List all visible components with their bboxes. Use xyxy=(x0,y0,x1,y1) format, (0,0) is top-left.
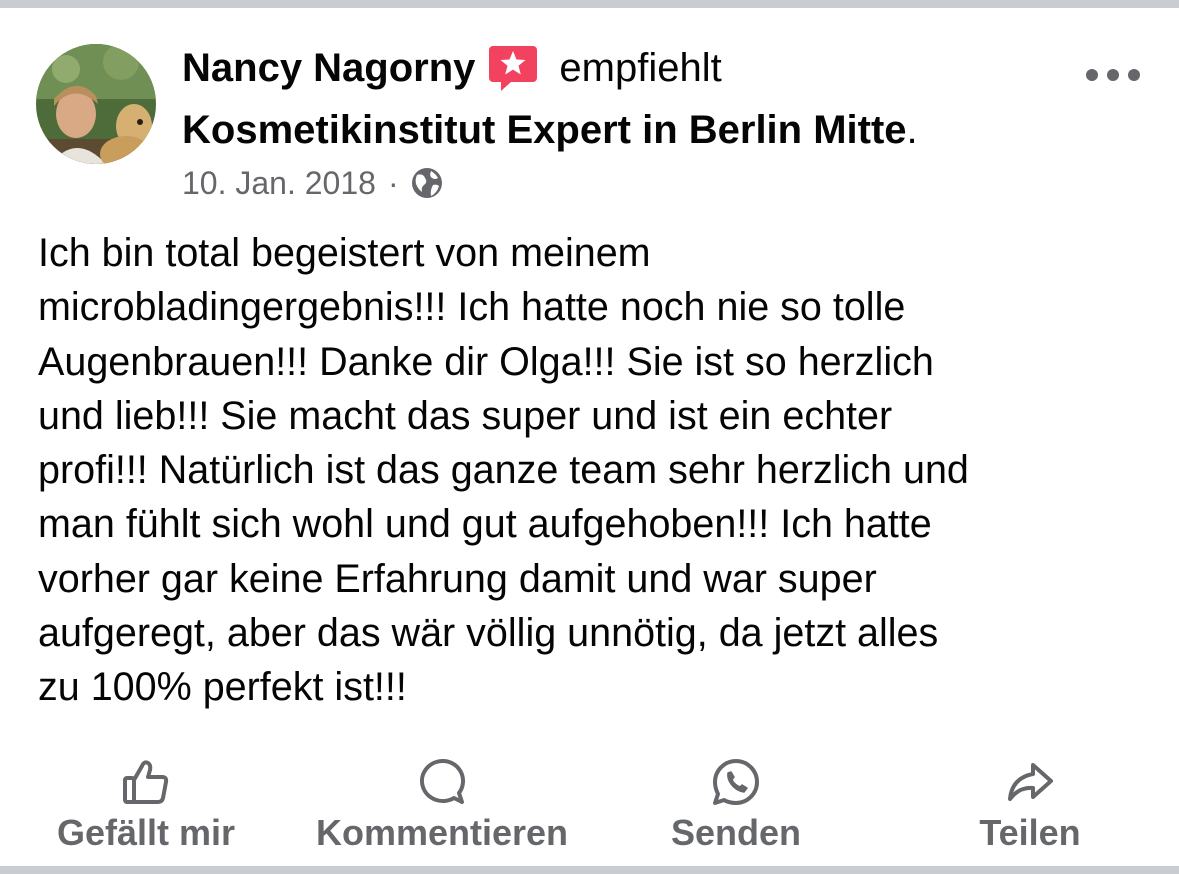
post-body-line: aufgeregt, aber das wär völlig unnötig, … xyxy=(38,611,939,656)
like-label: Gefällt mir xyxy=(56,812,236,853)
post-body-line: profi!!! Natürlich ist das ganze team se… xyxy=(38,448,969,493)
recommend-text: empfiehlt xyxy=(559,45,722,90)
page-name-period: . xyxy=(906,107,918,152)
more-dot xyxy=(1128,69,1140,81)
like-button[interactable]: Gefällt mir xyxy=(48,752,244,862)
post-date[interactable]: 10. Jan. 2018 xyxy=(182,165,376,202)
more-options-icon[interactable] xyxy=(1086,58,1140,92)
share-label: Teilen xyxy=(979,812,1081,853)
send-button[interactable]: Senden xyxy=(664,752,808,862)
send-label: Senden xyxy=(670,812,802,853)
author-avatar[interactable] xyxy=(36,44,156,164)
post-meta: 10. Jan. 2018 · xyxy=(182,160,445,206)
globe-icon xyxy=(409,165,445,201)
post-body-line: man fühlt sich wohl und gut aufgehoben!!… xyxy=(38,502,932,547)
post-body-line: und lieb!!! Sie macht das super und ist … xyxy=(38,393,893,438)
share-arrow-icon xyxy=(1004,756,1056,808)
post-body-line: zu 100% perfekt ist!!! xyxy=(38,665,407,710)
more-dot xyxy=(1107,69,1119,81)
recommendation-star-icon xyxy=(487,42,539,94)
comment-label: Kommentieren xyxy=(315,812,569,853)
recommended-page-line: Kosmetikinstitut Expert in Berlin Mitte. xyxy=(182,102,918,158)
top-divider xyxy=(0,0,1179,8)
post-body-line: vorher gar keine Erfahrung damit und war… xyxy=(38,556,877,601)
post-body-line: Ich bin total begeistert von meinem xyxy=(38,231,651,275)
author-name[interactable]: Nancy Nagorny xyxy=(182,46,475,91)
post-body-line: Augenbrauen!!! Danke dir Olga!!! Sie ist… xyxy=(38,339,934,384)
post-body: Ich bin total begeistert von meinem micr… xyxy=(38,226,1148,715)
more-dot xyxy=(1086,69,1098,81)
whatsapp-icon xyxy=(710,756,762,808)
comment-button[interactable]: Kommentieren xyxy=(304,752,580,862)
recommended-page-name[interactable]: Kosmetikinstitut Expert in Berlin Mitte xyxy=(182,108,907,153)
action-bar: Gefällt mir Kommentieren Senden Teilen xyxy=(0,752,1179,862)
post-body-line: microbladingergebnis!!! Ich hatte noch n… xyxy=(38,285,906,330)
bottom-divider xyxy=(0,866,1179,874)
post-header-line: Nancy Nagorny empfiehlt xyxy=(182,40,722,96)
meta-separator: · xyxy=(387,164,399,201)
comment-bubble-icon xyxy=(416,756,468,808)
thumbs-up-icon xyxy=(120,756,172,808)
share-button[interactable]: Teilen xyxy=(972,752,1088,862)
